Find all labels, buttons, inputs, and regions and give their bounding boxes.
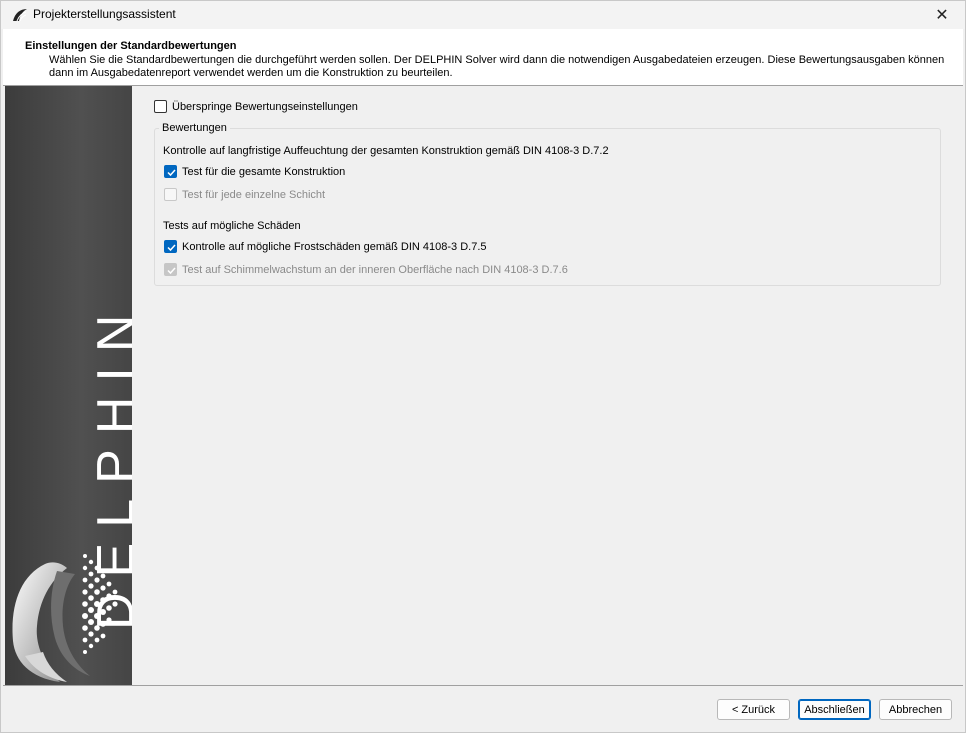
mold-growth-checkbox-box bbox=[164, 263, 177, 276]
wizard-window: Projekterstellungsassistent ✕ Einstellun… bbox=[0, 0, 966, 733]
skip-checkbox-label: Überspringe Bewertungseinstellungen bbox=[172, 100, 358, 113]
section-damage-title: Tests auf mögliche Schäden bbox=[163, 220, 301, 232]
mold-growth-label: Test auf Schimmelwachstum an der inneren… bbox=[182, 263, 568, 276]
close-button[interactable]: ✕ bbox=[919, 1, 965, 29]
frost-damage-label: Kontrolle auf mögliche Frostschäden gemä… bbox=[182, 240, 487, 253]
frost-damage-checkbox-box[interactable] bbox=[164, 240, 177, 253]
groupbox-title: Bewertungen bbox=[159, 122, 230, 134]
skip-evaluation-checkbox[interactable]: Überspringe Bewertungseinstellungen bbox=[154, 100, 358, 113]
each-layer-test-checkbox: Test für jede einzelne Schicht bbox=[164, 188, 325, 201]
content-area: Überspringe Bewertungseinstellungen Bewe… bbox=[132, 86, 963, 685]
whole-construction-checkbox-box[interactable] bbox=[164, 165, 177, 178]
title-bar[interactable]: Projekterstellungsassistent ✕ bbox=[1, 1, 965, 29]
each-layer-checkbox-box bbox=[164, 188, 177, 201]
finish-button[interactable]: Abschließen bbox=[798, 699, 871, 720]
close-icon: ✕ bbox=[935, 7, 949, 24]
side-banner: DELPHIN bbox=[5, 86, 132, 685]
footer-separator bbox=[3, 685, 963, 686]
frost-damage-checkbox[interactable]: Kontrolle auf mögliche Frostschäden gemä… bbox=[164, 240, 487, 253]
skip-checkbox-box[interactable] bbox=[154, 100, 167, 113]
section-moisture-title: Kontrolle auf langfristige Auffeuchtung … bbox=[163, 145, 609, 157]
delphin-app-icon bbox=[13, 9, 27, 22]
page-description: Wählen Sie die Standardbewertungen die d… bbox=[49, 54, 945, 79]
delphin-dolphin-logo bbox=[12, 554, 118, 682]
mold-growth-checkbox: Test auf Schimmelwachstum an der inneren… bbox=[164, 263, 568, 276]
checkmark-icon bbox=[167, 244, 176, 252]
wizard-header: Einstellungen der Standardbewertungen Wä… bbox=[3, 29, 963, 86]
page-title: Einstellungen der Standardbewertungen bbox=[25, 40, 237, 52]
checkmark-icon bbox=[167, 169, 176, 177]
whole-construction-label: Test für die gesamte Konstruktion bbox=[182, 165, 346, 178]
whole-construction-test-checkbox[interactable]: Test für die gesamte Konstruktion bbox=[164, 165, 345, 178]
checkmark-icon bbox=[167, 267, 176, 275]
window-title: Projekterstellungsassistent bbox=[33, 7, 176, 21]
back-button[interactable]: < Zurück bbox=[717, 699, 790, 720]
each-layer-label: Test für jede einzelne Schicht bbox=[182, 188, 326, 201]
cancel-button[interactable]: Abbrechen bbox=[879, 699, 952, 720]
